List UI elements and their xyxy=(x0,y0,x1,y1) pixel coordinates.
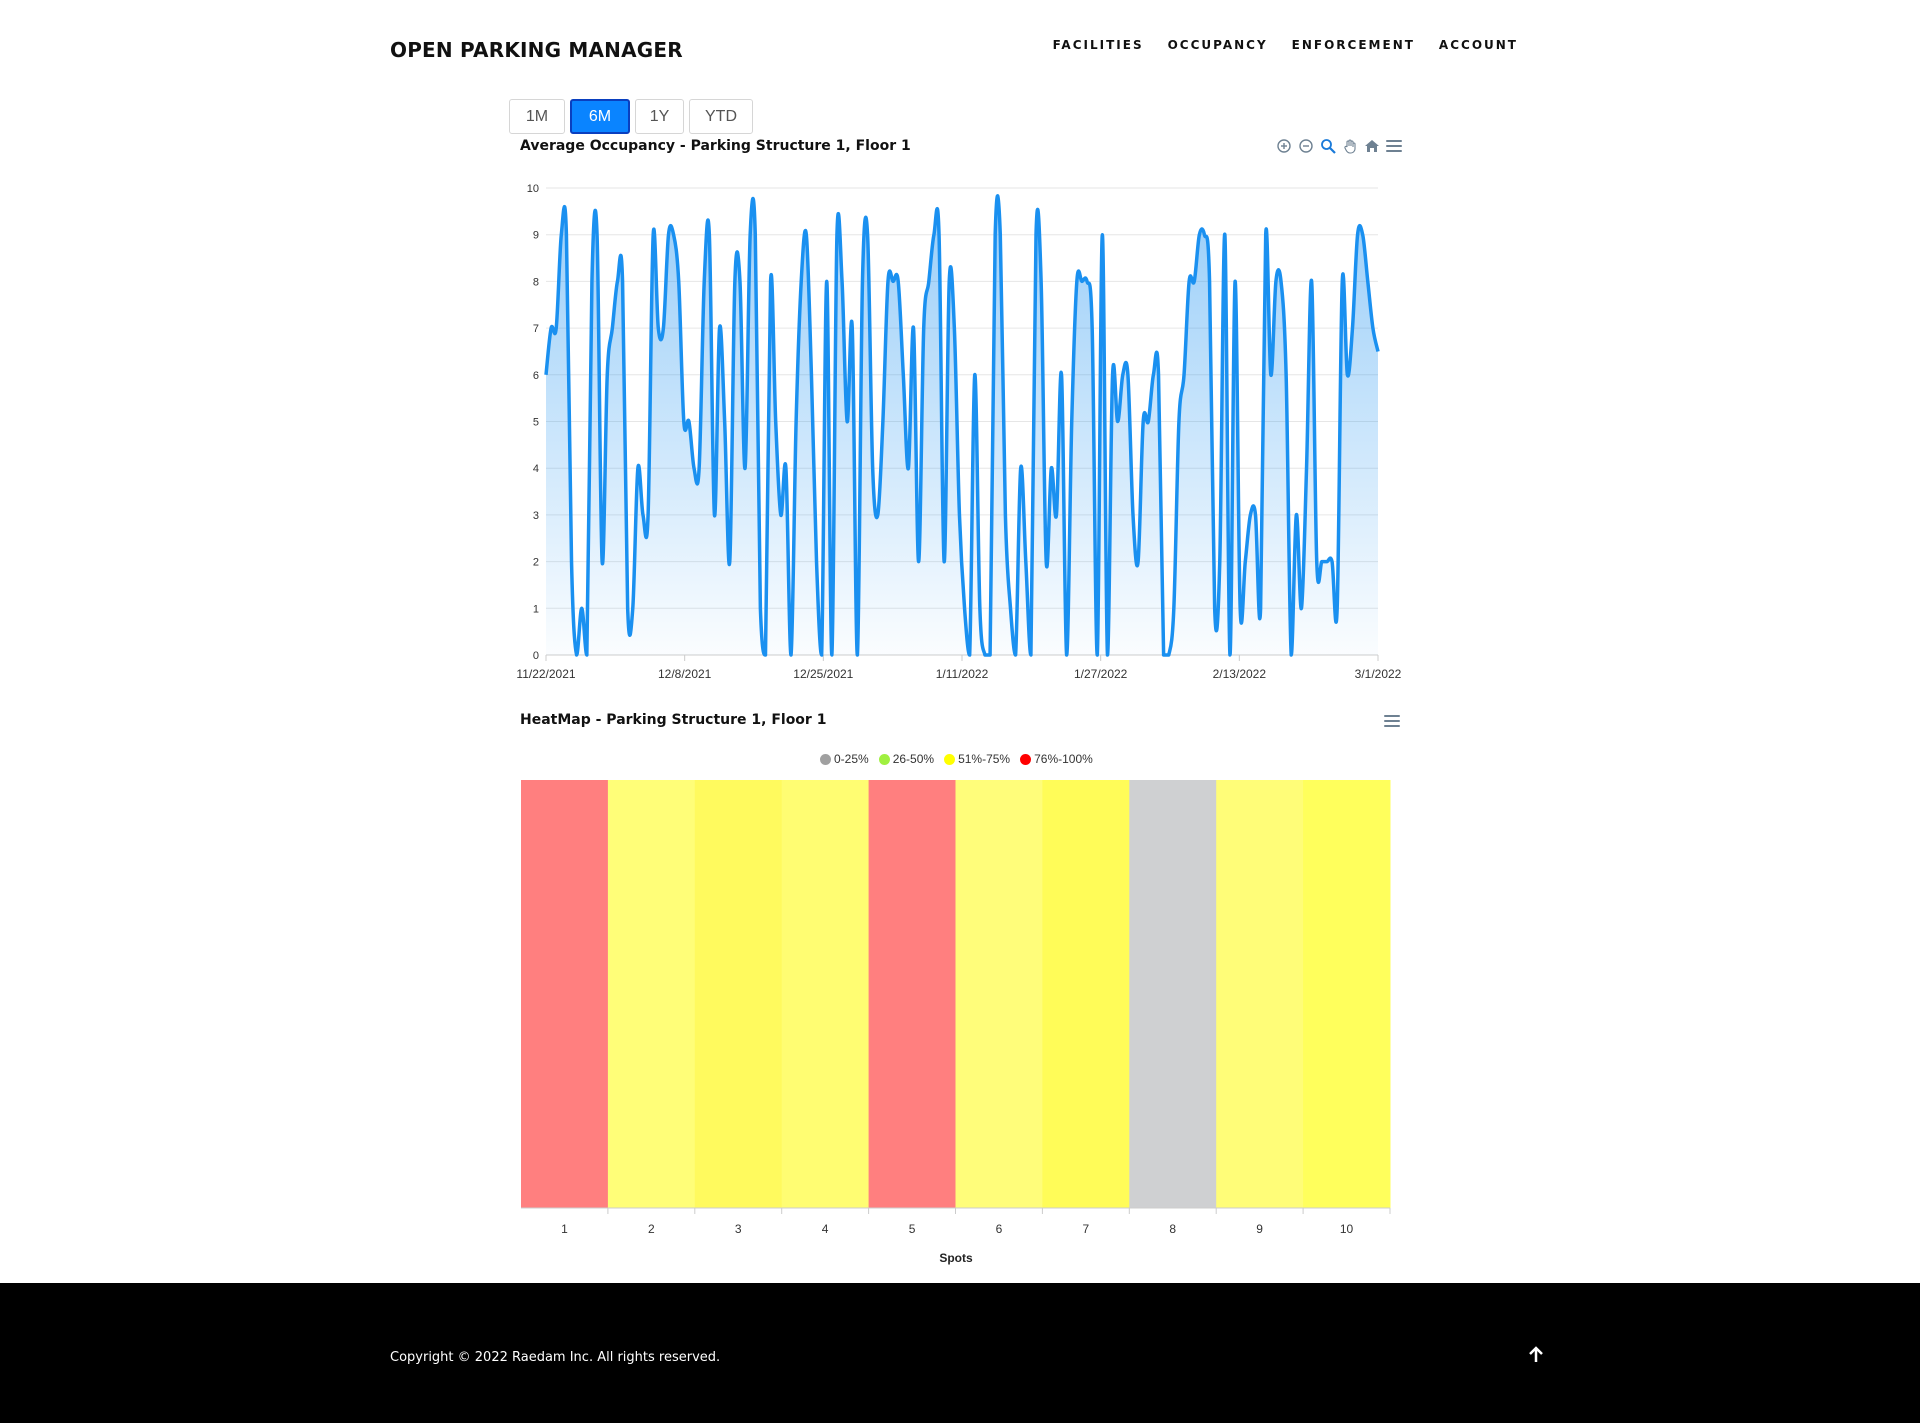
copyright-text: Copyright © 2022 Raedam Inc. All rights … xyxy=(390,1350,721,1365)
heatmap-cell-spot-9[interactable] xyxy=(1216,780,1304,1208)
heatmap-x-tick-label: 9 xyxy=(1256,1222,1263,1236)
heatmap-x-tick-label: 7 xyxy=(1083,1222,1090,1236)
heatmap-cell-spot-7[interactable] xyxy=(1042,780,1130,1208)
site-footer: Copyright © 2022 Raedam Inc. All rights … xyxy=(0,1283,1920,1423)
heatmap-cell-spot-5[interactable] xyxy=(868,780,956,1208)
heatmap-x-tick-label: 2 xyxy=(648,1222,655,1236)
heatmap-cell-spot-8[interactable] xyxy=(1129,780,1217,1208)
heatmap-x-tick-label: 5 xyxy=(909,1222,916,1236)
heatmap-x-tick-label: 10 xyxy=(1340,1222,1354,1236)
heatmap-cell-spot-4[interactable] xyxy=(781,780,870,1208)
heatmap-chart: 1 2 3 4 5 6 7 8 9 10 Spots xyxy=(521,780,1391,1265)
heatmap-cell-spot-2[interactable] xyxy=(607,780,696,1208)
heatmap-x-tick-label: 4 xyxy=(822,1222,829,1236)
heatmap-x-tick-label: 3 xyxy=(735,1222,742,1236)
heatmap-cell-spot-3[interactable] xyxy=(694,780,783,1208)
page: OPEN PARKING MANAGER FACILITIES OCCUPANC… xyxy=(0,0,1920,1423)
heatmap-x-axis-label: Spots xyxy=(939,1251,973,1265)
heatmap-x-tick-label: 6 xyxy=(996,1222,1003,1236)
heatmap-x-tick-label: 8 xyxy=(1169,1222,1176,1236)
heatmap-cell-spot-10[interactable] xyxy=(1303,780,1391,1208)
heatmap-cell-spot-6[interactable] xyxy=(955,780,1043,1208)
heatmap-cell-spot-1[interactable] xyxy=(521,780,609,1208)
heatmap-x-tick-label: 1 xyxy=(561,1222,568,1236)
arrow-up-icon[interactable] xyxy=(1522,1341,1550,1369)
